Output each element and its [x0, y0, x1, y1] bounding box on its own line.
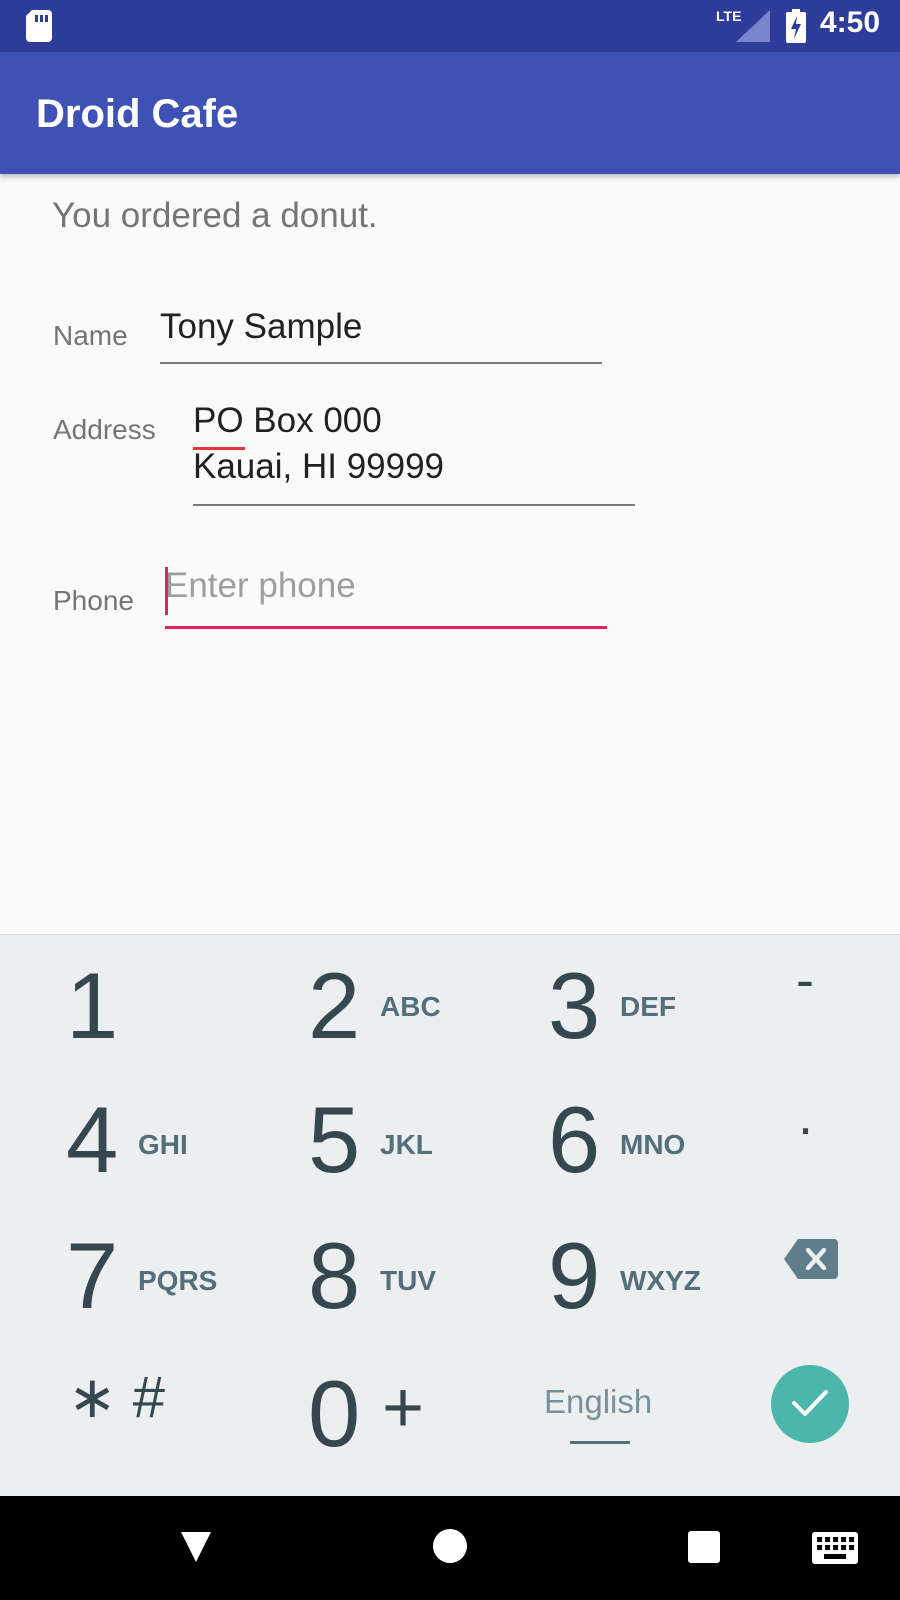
text-cursor — [165, 567, 168, 615]
key-5[interactable]: 5 JKL — [240, 1073, 465, 1211]
key-1[interactable]: 1 — [0, 935, 225, 1073]
address-field[interactable]: PO Box 000 Kauai, HI 99999 — [193, 398, 444, 490]
order-message: You ordered a donut. — [52, 196, 378, 235]
back-icon[interactable] — [179, 1528, 213, 1564]
key-7[interactable]: 7 PQRS — [0, 1211, 225, 1349]
status-time: 4:50 — [820, 6, 881, 39]
dash-symbol: - — [796, 950, 814, 1010]
key-9[interactable]: 9 WXYZ — [480, 1211, 705, 1349]
backspace-icon — [784, 1239, 838, 1279]
phone-input[interactable] — [165, 563, 605, 609]
key-letters: WXYZ — [620, 1265, 701, 1296]
plus-symbol: + — [382, 1368, 425, 1448]
keyboard-icon[interactable] — [812, 1532, 858, 1564]
key-digit: 8 — [308, 1223, 361, 1328]
key-digit: 4 — [66, 1087, 119, 1192]
key-2[interactable]: 2 ABC — [240, 935, 465, 1073]
address-label: Address — [53, 414, 156, 445]
key-letters: DEF — [620, 991, 676, 1022]
app-title: Droid Cafe — [36, 92, 239, 136]
key-digit: 0 — [308, 1361, 361, 1466]
key-digit: 2 — [308, 953, 361, 1058]
key-dash[interactable]: - — [720, 935, 900, 1073]
language-label: English — [544, 1383, 653, 1420]
address-line2: Kauai, HI 99999 — [193, 447, 445, 486]
done-key[interactable] — [720, 1349, 900, 1487]
address-line1: PO Box 000 — [193, 401, 382, 440]
key-letters: MNO — [620, 1129, 686, 1160]
checkmark-icon — [792, 1390, 828, 1416]
sd-card-icon — [26, 10, 52, 42]
name-underline — [160, 362, 602, 364]
name-label: Name — [53, 320, 128, 351]
key-digit: 5 — [308, 1087, 361, 1192]
key-letters: ABC — [380, 991, 441, 1022]
status-bar: LTE 4:50 — [0, 0, 900, 52]
backspace-key[interactable] — [720, 1211, 900, 1349]
star-hash-symbol: ∗ # — [68, 1365, 165, 1430]
key-digit: 6 — [548, 1087, 601, 1192]
network-type: LTE — [716, 8, 742, 24]
address-underline — [193, 504, 635, 506]
home-icon[interactable] — [432, 1528, 468, 1564]
dot-symbol: . — [798, 1086, 814, 1146]
battery-charging-icon — [786, 9, 806, 43]
key-8[interactable]: 8 TUV — [240, 1211, 465, 1349]
key-letters: PQRS — [138, 1265, 218, 1296]
phone-label: Phone — [53, 585, 134, 616]
key-letters: TUV — [380, 1265, 436, 1296]
key-digit: 1 — [66, 953, 119, 1058]
key-letters: GHI — [138, 1129, 188, 1160]
key-digit: 7 — [66, 1223, 119, 1328]
done-button[interactable] — [771, 1365, 849, 1443]
spellcheck-underline — [193, 447, 245, 450]
recents-icon[interactable] — [687, 1530, 721, 1564]
key-star-hash[interactable]: ∗ # — [0, 1349, 225, 1487]
numeric-keyboard: 1 2 ABC 3 DEF - 4 GHI 5 JKL 6 MNO . 7 PQ… — [0, 934, 900, 1497]
name-field[interactable]: Tony Sample — [160, 304, 362, 350]
language-indicator — [570, 1441, 630, 1444]
app-bar: Droid Cafe — [0, 52, 900, 174]
order-form: You ordered a donut. Name Tony Sample Ad… — [0, 174, 900, 934]
key-letters: JKL — [380, 1129, 433, 1160]
key-3[interactable]: 3 DEF — [480, 935, 705, 1073]
navigation-bar — [0, 1496, 900, 1600]
key-dot[interactable]: . — [720, 1073, 900, 1211]
key-digit: 3 — [548, 953, 601, 1058]
key-0[interactable]: 0 + — [240, 1349, 465, 1487]
phone-underline — [165, 626, 607, 629]
key-digit: 9 — [548, 1223, 601, 1328]
key-4[interactable]: 4 GHI — [0, 1073, 225, 1211]
key-6[interactable]: 6 MNO — [480, 1073, 705, 1211]
language-switch-key[interactable]: English — [480, 1349, 705, 1487]
lte-signal-icon: LTE — [716, 8, 770, 42]
